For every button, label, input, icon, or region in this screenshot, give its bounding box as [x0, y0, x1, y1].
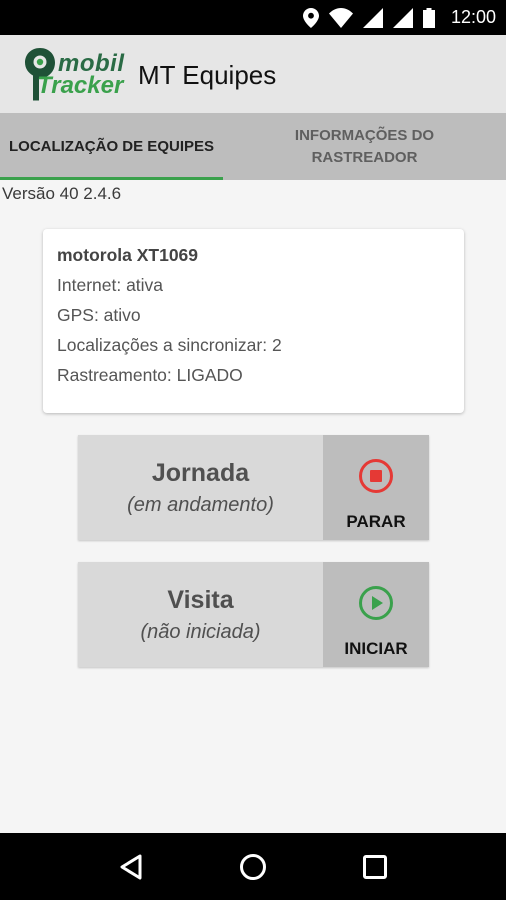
- start-button-label: INICIAR: [344, 639, 408, 658]
- location-icon: [302, 7, 319, 28]
- version-text: Versão 40 2.4.6: [2, 184, 122, 203]
- status-time: 12:00: [450, 7, 496, 27]
- wifi-icon: [328, 7, 353, 28]
- internet-status: Internet: ativa: [57, 275, 164, 295]
- back-icon[interactable]: [118, 853, 144, 881]
- visita-panel: Visita (não iniciada) INICIAR: [78, 562, 429, 667]
- play-icon: [359, 586, 393, 620]
- jornada-panel: Jornada (em andamento) PARAR: [78, 435, 429, 540]
- tracking-status: Rastreamento: LIGADO: [57, 365, 243, 385]
- signal-icon-2: [392, 7, 413, 28]
- tab-label: INFORMAÇÕES DO RASTREADOR: [294, 126, 435, 166]
- home-icon[interactable]: [239, 853, 267, 881]
- stop-button[interactable]: PARAR: [323, 435, 429, 540]
- visita-title: Visita: [167, 585, 234, 614]
- battery-icon: [422, 7, 435, 28]
- stop-button-label: PARAR: [346, 512, 406, 531]
- signal-icon: [362, 7, 383, 28]
- app-title: MT Equipes: [138, 59, 277, 90]
- status-bar: 12:00: [0, 0, 506, 35]
- start-button[interactable]: INICIAR: [323, 562, 429, 667]
- navigation-bar: [0, 833, 506, 900]
- visita-state: (não iniciada): [140, 620, 261, 643]
- visita-info: Visita (não iniciada): [78, 562, 323, 667]
- sync-count: Localizações a sincronizar: 2: [57, 335, 282, 355]
- device-name: motorola XT1069: [57, 245, 199, 265]
- jornada-state: (em andamento): [127, 493, 274, 516]
- jornada-title: Jornada: [151, 458, 250, 487]
- tab-localizacao-equipes[interactable]: LOCALIZAÇÃO DE EQUIPES: [0, 113, 223, 180]
- device-status-card: motorola XT1069 Internet: ativa GPS: ati…: [43, 229, 464, 413]
- tab-bar: LOCALIZAÇÃO DE EQUIPES INFORMAÇÕES DO RA…: [0, 113, 506, 180]
- stop-icon: [359, 459, 393, 493]
- tab-label: LOCALIZAÇÃO DE EQUIPES: [8, 138, 214, 155]
- app-logo: mobil Tracker: [22, 46, 138, 102]
- tab-informacoes-rastreador[interactable]: INFORMAÇÕES DO RASTREADOR: [223, 113, 506, 180]
- jornada-info: Jornada (em andamento): [78, 435, 323, 540]
- logo-text-tracker: Tracker: [37, 72, 124, 99]
- gps-status: GPS: ativo: [57, 305, 141, 325]
- app-bar: mobil Tracker MT Equipes: [0, 35, 506, 113]
- recents-icon[interactable]: [362, 854, 388, 880]
